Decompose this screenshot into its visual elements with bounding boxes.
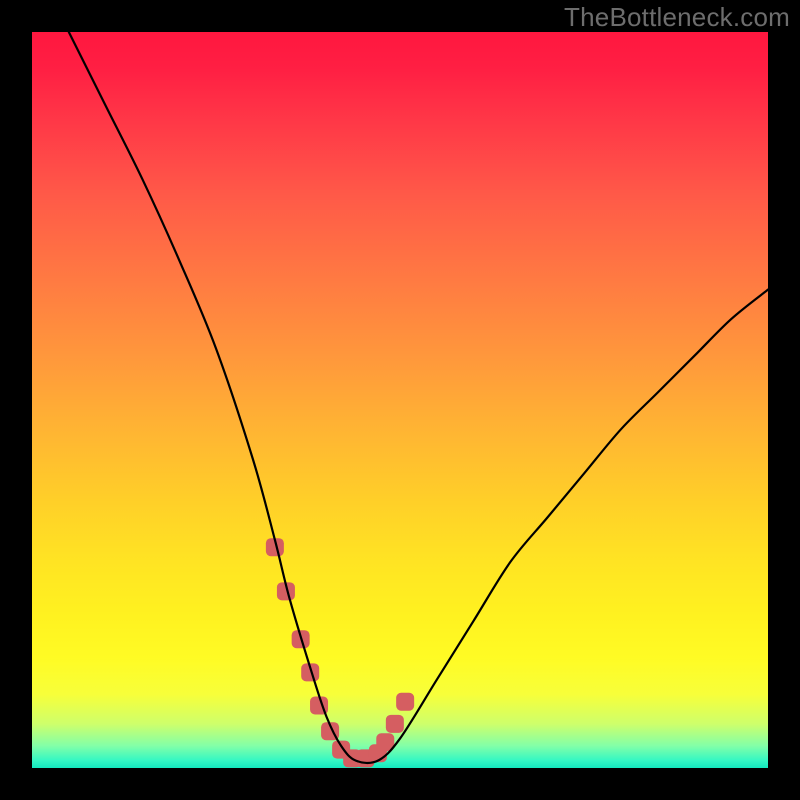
- chart-container: TheBottleneck.com: [0, 0, 800, 800]
- bottleneck-curve: [69, 32, 768, 763]
- watermark-text: TheBottleneck.com: [564, 2, 790, 33]
- curve-layer: [32, 32, 768, 768]
- highlight-marker: [386, 715, 404, 733]
- highlight-markers: [266, 538, 414, 767]
- highlight-marker: [396, 693, 414, 711]
- plot-area: [32, 32, 768, 768]
